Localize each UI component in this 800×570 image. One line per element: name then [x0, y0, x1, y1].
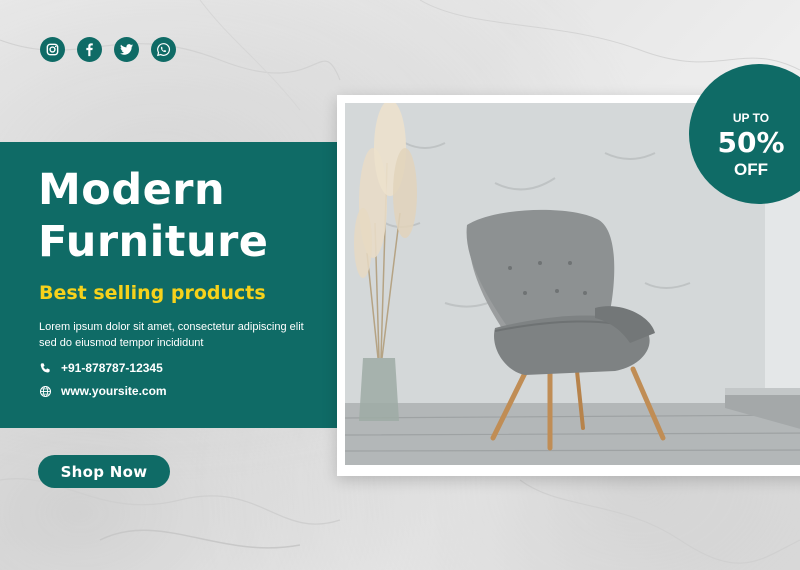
description: Lorem ipsum dolor sit amet, consectetur …: [39, 321, 304, 349]
phone-icon: [40, 362, 50, 372]
globe-icon: [39, 385, 52, 397]
website-url[interactable]: www.yoursite.com: [61, 384, 167, 398]
page-title: Modern Furniture: [38, 164, 268, 268]
shop-now-button[interactable]: Shop Now: [38, 455, 170, 488]
armchair-scene: [345, 103, 800, 465]
phone-contact: +91-878787-12345: [39, 361, 163, 375]
product-photo-frame: [337, 95, 800, 476]
social-icons: [40, 37, 176, 62]
title-line-1: Modern: [38, 165, 226, 215]
instagram-icon[interactable]: [40, 37, 65, 62]
facebook-icon[interactable]: [77, 37, 102, 62]
promo-panel: Modern Furniture Best selling products L…: [0, 142, 340, 428]
whatsapp-icon[interactable]: [151, 37, 176, 62]
twitter-icon[interactable]: [114, 37, 139, 62]
product-photo: [345, 103, 800, 465]
title-line-2: Furniture: [38, 217, 269, 267]
phone-number[interactable]: +91-878787-12345: [61, 361, 163, 375]
subtitle: Best selling products: [39, 282, 266, 304]
website-contact: www.yoursite.com: [39, 384, 167, 398]
